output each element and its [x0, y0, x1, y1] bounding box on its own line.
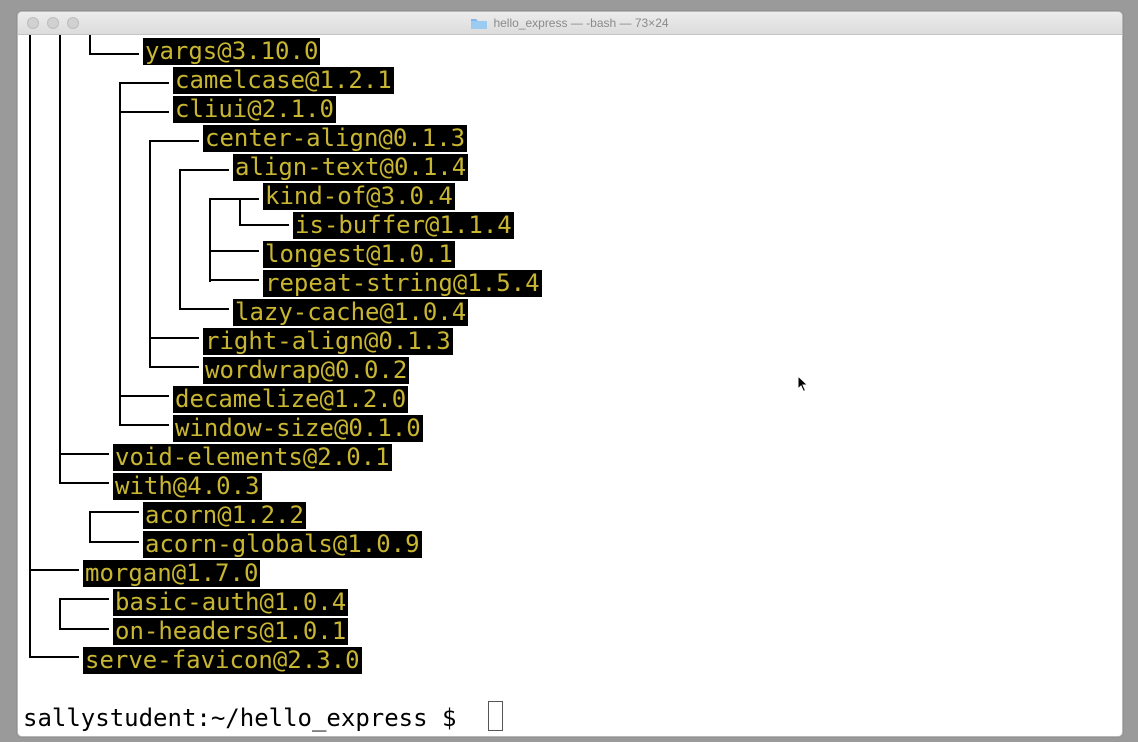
tree-item: decamelize@1.2.0 — [173, 385, 409, 413]
tree-item: basic-auth@1.0.4 — [113, 588, 349, 616]
terminal-window: hello_express — -bash — 73×24 yargs@3.10… — [17, 11, 1123, 737]
tree-item: with@4.0.3 — [113, 472, 262, 500]
tree-item: kind-of@3.0.4 — [263, 182, 455, 210]
tree-item: acorn-globals@1.0.9 — [143, 530, 422, 558]
tree-item: serve-favicon@2.3.0 — [83, 646, 362, 674]
tree-item: yargs@3.10.0 — [143, 37, 321, 65]
folder-icon — [471, 19, 488, 29]
tree-item: camelcase@1.2.1 — [173, 66, 394, 94]
tree-item: center-align@0.1.3 — [203, 124, 468, 152]
terminal-content[interactable]: yargs@3.10.0 camelcase@1.2.1 cliui@2.1.0… — [18, 35, 1122, 736]
tree-item: acorn@1.2.2 — [143, 501, 306, 529]
tree-item: lazy-cache@1.0.4 — [233, 298, 469, 326]
shell-prompt: sallystudent:~/hello_express $ — [23, 704, 471, 732]
tree-item: void-elements@2.0.1 — [113, 443, 392, 471]
tree-item: wordwrap@0.0.2 — [203, 356, 410, 384]
title-bar[interactable]: hello_express — -bash — 73×24 — [18, 12, 1122, 35]
text-cursor[interactable] — [488, 701, 503, 731]
tree-item: right-align@0.1.3 — [203, 327, 453, 355]
tree-item: cliui@2.1.0 — [173, 95, 336, 123]
mouse-pointer-icon — [797, 375, 809, 393]
tree-item: longest@1.0.1 — [263, 240, 455, 268]
tree-item: window-size@0.1.0 — [173, 414, 423, 442]
window-title: hello_express — -bash — 73×24 — [18, 12, 1122, 34]
tree-item: morgan@1.7.0 — [83, 559, 261, 587]
tree-item: on-headers@1.0.1 — [113, 617, 349, 645]
tree-item: is-buffer@1.1.4 — [293, 211, 514, 239]
window-title-text: hello_express — -bash — 73×24 — [493, 16, 669, 30]
tree-item: align-text@0.1.4 — [233, 153, 469, 181]
tree-item: repeat-string@1.5.4 — [263, 269, 542, 297]
